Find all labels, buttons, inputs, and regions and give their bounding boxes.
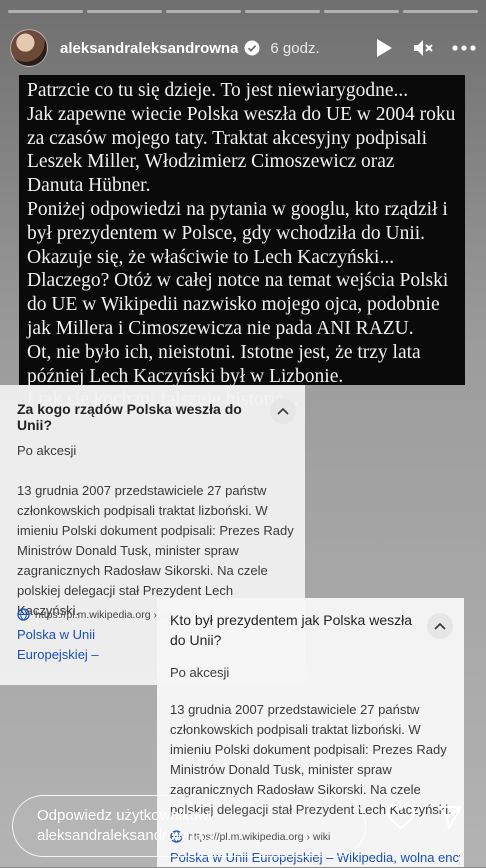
heart-icon[interactable]	[386, 803, 416, 831]
collapse-button[interactable]	[270, 398, 296, 424]
question[interactable]: Za kogo rządów Polska weszła do Unii?	[17, 401, 257, 433]
progress-segment	[8, 10, 83, 13]
result-link[interactable]: Polska w Unii Europejskiej – Wikipedia, …	[17, 625, 162, 665]
progress-segment	[166, 10, 241, 13]
send-icon[interactable]	[436, 803, 464, 831]
chevron-up-icon	[277, 407, 289, 415]
collapse-button[interactable]	[427, 613, 453, 639]
question[interactable]: Kto był prezydentem jak Polska weszła do…	[170, 610, 420, 650]
story-text: Patrzcie co tu się dzieje. To jest niewi…	[27, 80, 456, 410]
header-controls	[374, 37, 476, 59]
progress-segment	[403, 10, 478, 13]
verified-badge-icon	[244, 40, 260, 56]
progress-segment	[87, 10, 162, 13]
source[interactable]: https://pl.m.wikipedia.org › wiki	[17, 608, 177, 621]
short-answer: Po akcesji	[170, 665, 230, 680]
story-progress-bar	[8, 10, 478, 13]
story-viewer: aleksandraleksandrowna 6 godz. Patrzcie …	[0, 0, 486, 867]
play-icon[interactable]	[374, 37, 394, 59]
story-header: aleksandraleksandrowna 6 godz.	[10, 28, 476, 68]
progress-segment	[245, 10, 320, 13]
username[interactable]: aleksandraleksandrowna	[60, 40, 238, 57]
reply-placeholder: Odpowiedz użytkownikowi aleksandraleksan…	[37, 807, 216, 844]
chevron-up-icon	[434, 622, 446, 630]
mute-icon[interactable]	[412, 38, 434, 58]
post-time: 6 godz.	[270, 39, 320, 57]
more-options-icon[interactable]	[452, 45, 476, 51]
short-answer: Po akcesji	[17, 443, 77, 458]
progress-segment	[324, 10, 399, 13]
avatar[interactable]	[10, 29, 48, 67]
story-text-block: Patrzcie co tu się dzieje. To jest niewi…	[19, 75, 465, 410]
reply-input[interactable]: Odpowiedz użytkownikowi aleksandraleksan…	[12, 795, 366, 857]
wikipedia-globe-icon	[17, 608, 30, 621]
